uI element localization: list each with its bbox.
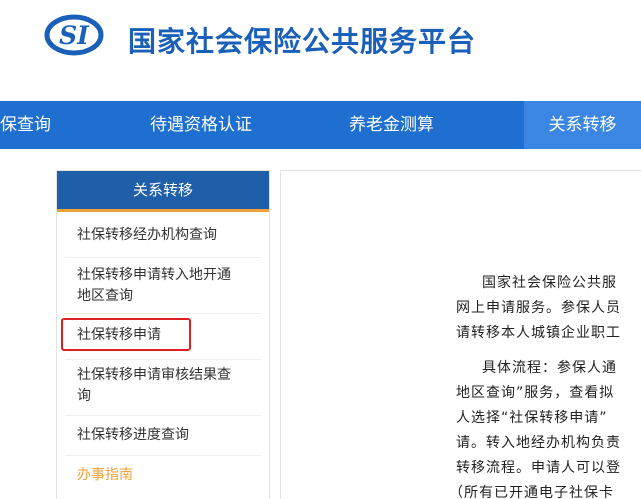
nav-label: 关系转移 [548, 115, 617, 135]
paragraph-line: 具体流程：参保人通 [482, 360, 617, 376]
divider [65, 257, 261, 258]
main-nav: 保查询 待遇资格认证 养老金测算 关系转移 [0, 101, 641, 149]
paragraph-line: 人选择“社保转移申请” [456, 410, 608, 426]
nav-label: 养老金测算 [349, 115, 434, 135]
sidebar-link-progress-query[interactable]: 社保转移进度查询 [77, 425, 257, 446]
paragraph-line: 转移流程。申请人可以登 [456, 460, 621, 476]
paragraph-line: （所有已开通电子社保卡 [449, 485, 614, 499]
link-text: 社保转移申请转入地开通 [77, 267, 231, 283]
divider [65, 359, 261, 360]
link-text: 社保转移经办机构查询 [77, 227, 217, 243]
divider [65, 415, 261, 416]
nav-item-qualification[interactable]: 待遇资格认证 [150, 101, 310, 149]
paragraph-line: 请。转入地经办机构负责 [456, 435, 621, 451]
nav-item-transfer[interactable]: 关系转移 [524, 101, 641, 149]
nav-item-insurance-query[interactable]: 保查询 [0, 101, 110, 149]
nav-item-pension-calculator[interactable]: 养老金测算 [349, 101, 489, 149]
link-text: 地区查询 [77, 288, 133, 304]
nav-label: 保查询 [0, 115, 51, 135]
paragraph-line: 网上申请服务。参保人员 [456, 300, 621, 316]
divider [65, 313, 261, 314]
link-text: 社保转移申请 [77, 327, 161, 343]
sidebar-link-agency-query[interactable]: 社保转移经办机构查询 [77, 225, 257, 246]
sidebar-link-transfer-apply[interactable]: 社保转移申请 [77, 325, 257, 346]
paragraph-line: 国家社会保险公共服 [482, 275, 617, 291]
sidebar: 关系转移 社保转移经办机构查询 社保转移申请转入地开通 地区查询 社保转移申请 … [56, 170, 270, 499]
sidebar-link-guide[interactable]: 办事指南 [77, 465, 257, 486]
link-text: 询 [77, 388, 91, 404]
sidebar-link-open-area-query[interactable]: 社保转移申请转入地开通 地区查询 [77, 265, 257, 307]
nav-label: 待遇资格认证 [150, 115, 252, 135]
site-header: SI 国家社会保险公共服务平台 [0, 0, 641, 100]
divider [65, 455, 261, 456]
paragraph-line: 地区查询”服务，查看拟 [456, 385, 615, 401]
si-logo-icon[interactable]: SI [44, 14, 104, 56]
link-text: 社保转移进度查询 [77, 427, 189, 443]
paragraph-line: 请转移本人城镇企业职工 [456, 325, 621, 341]
content-panel: 国家社会保险公共服 网上申请服务。参保人员 请转移本人城镇企业职工 具体流程：参… [280, 170, 641, 499]
sidebar-link-review-result-query[interactable]: 社保转移申请审核结果查 询 [77, 365, 257, 407]
link-text: 社保转移申请审核结果查 [77, 367, 231, 383]
sidebar-heading: 关系转移 [57, 171, 269, 212]
site-title: 国家社会保险公共服务平台 [128, 25, 477, 58]
svg-text:SI: SI [59, 21, 90, 50]
